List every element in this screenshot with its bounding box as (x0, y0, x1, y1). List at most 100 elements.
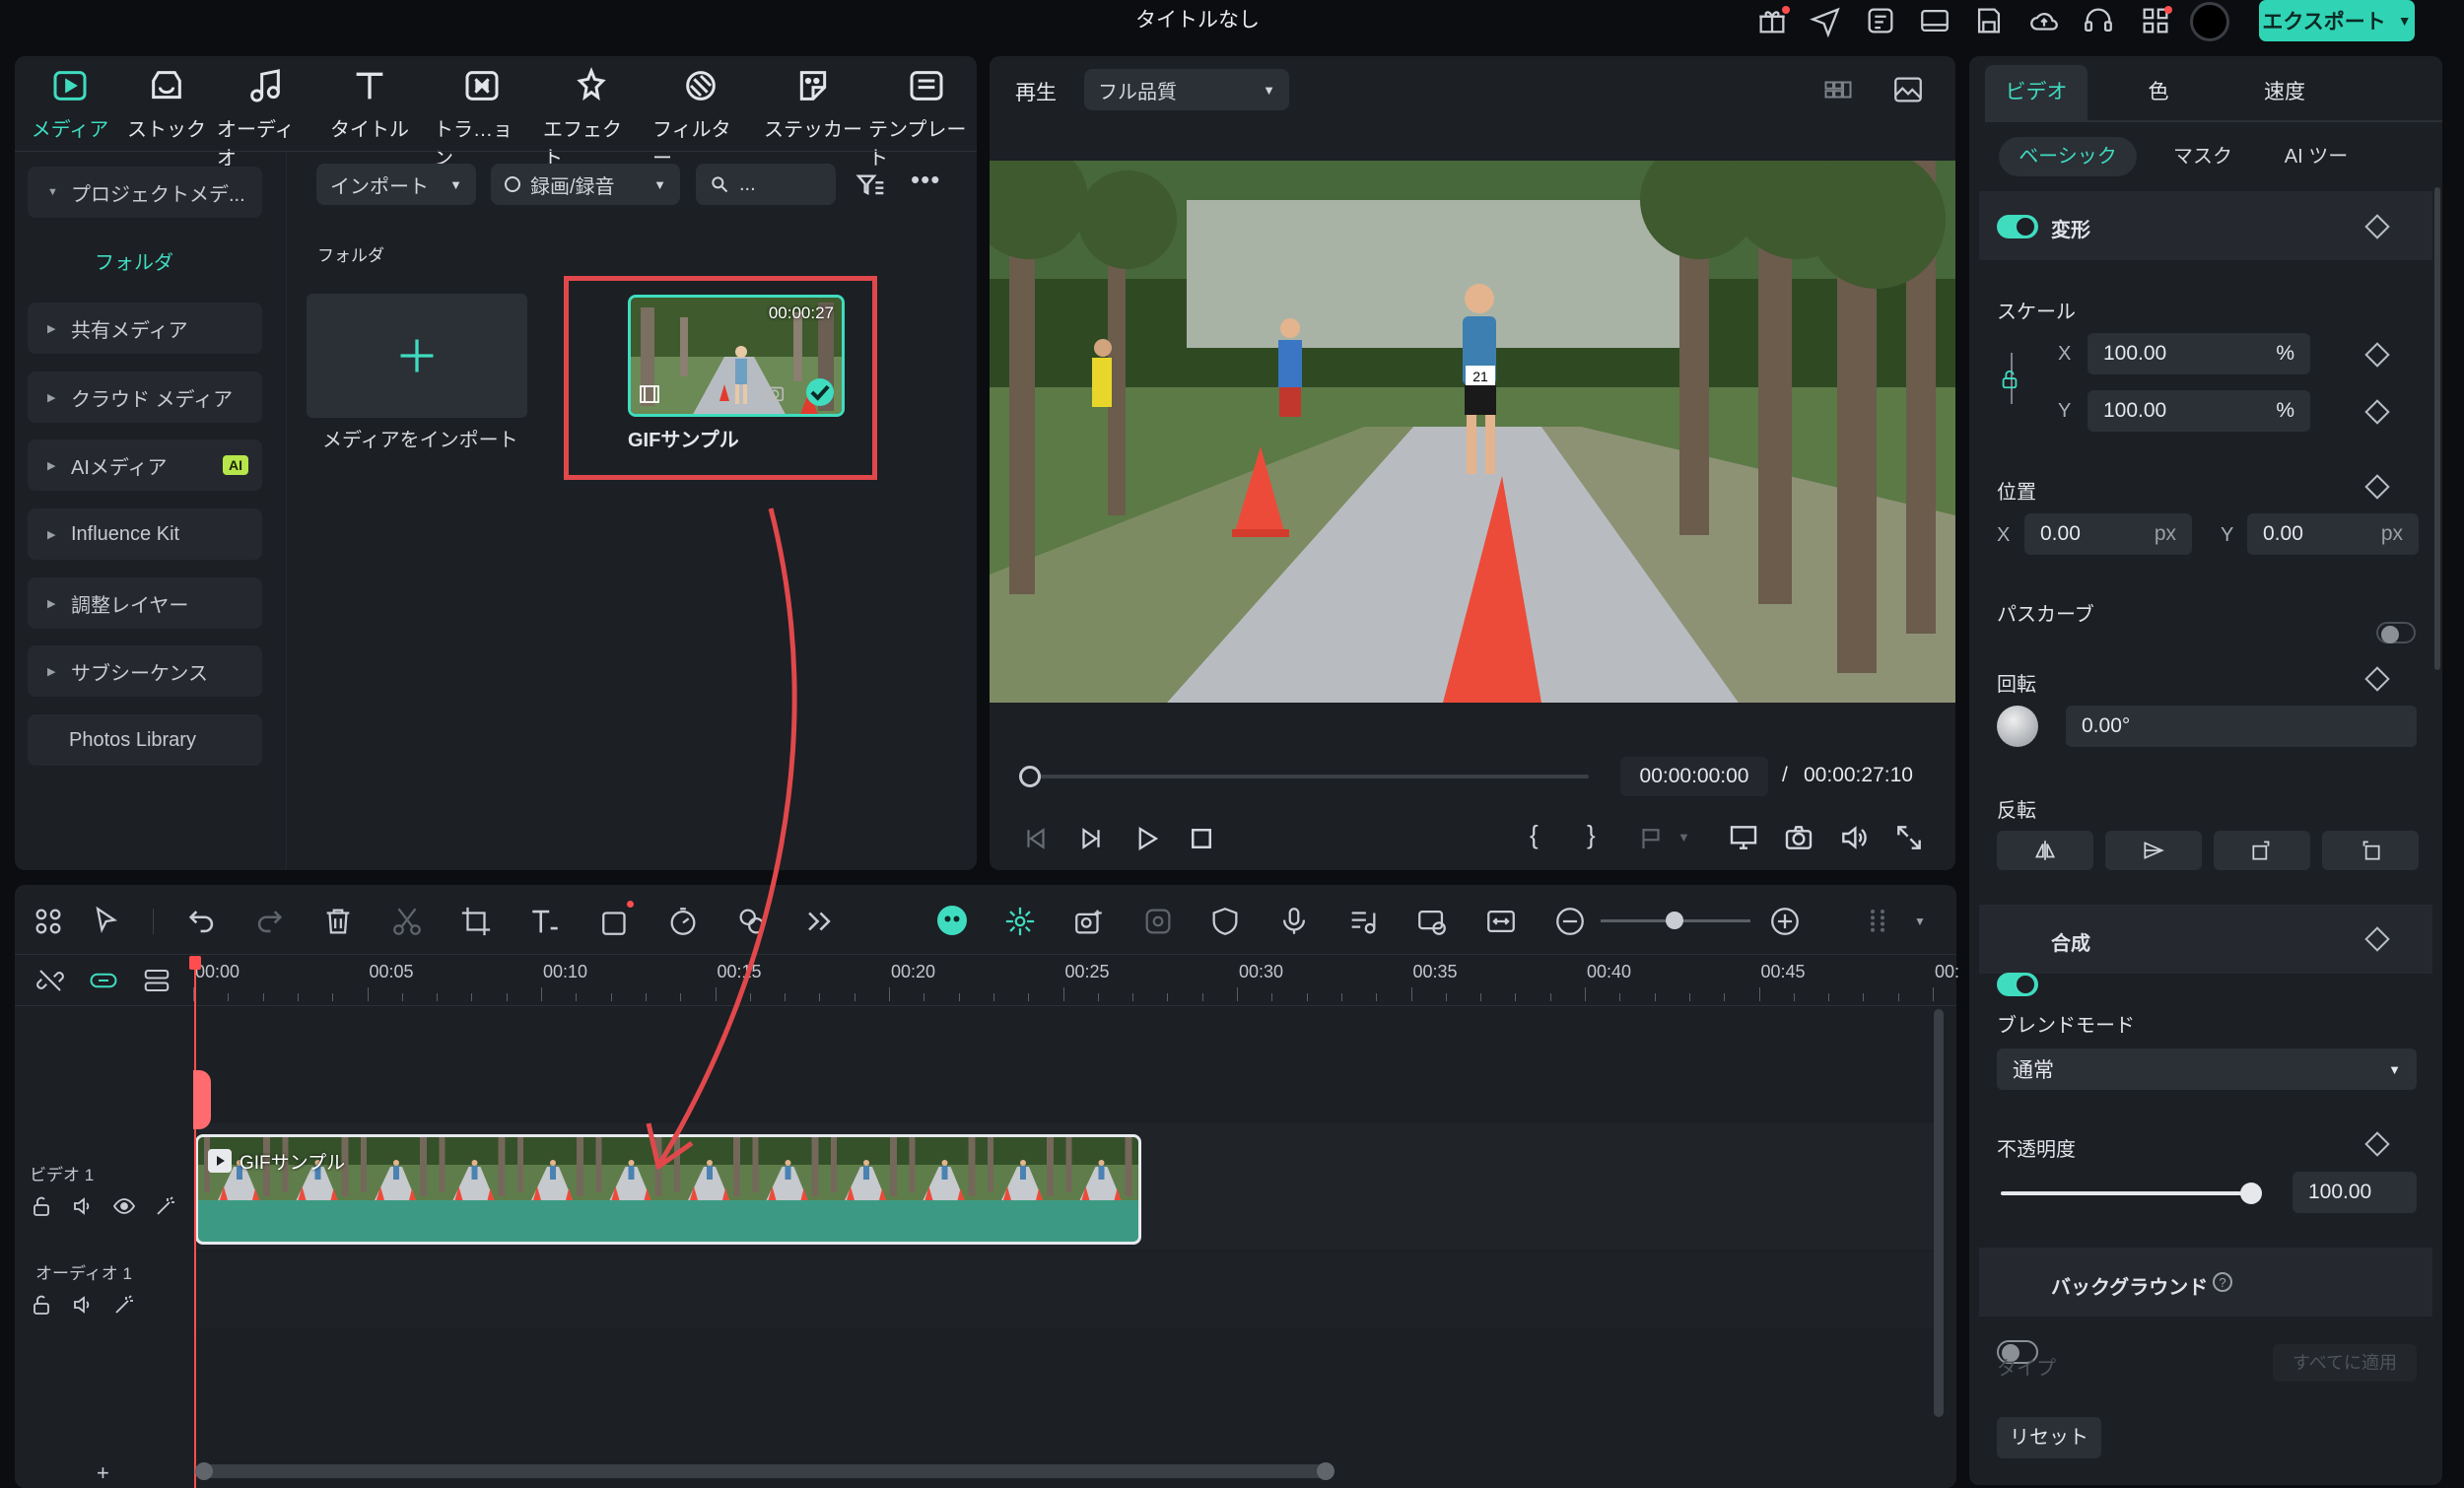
chevron-down-icon[interactable]: ▼ (1677, 830, 1690, 845)
timeline-vertical-scrollbar[interactable] (1934, 1009, 1944, 1417)
tab-audio[interactable]: オーディオ (217, 66, 313, 169)
crop-icon[interactable] (459, 905, 493, 938)
import-dropdown[interactable]: インポート ▼ (316, 164, 476, 205)
opacity-slider[interactable] (2001, 1191, 2251, 1195)
monitor-icon[interactable] (1727, 822, 1760, 853)
timeline-playhead[interactable] (194, 956, 196, 1488)
more-options-icon[interactable]: ••• (911, 167, 950, 199)
zoom-in-icon[interactable] (1768, 905, 1802, 938)
speaker-icon[interactable] (71, 1293, 95, 1317)
tab-video[interactable]: ビデオ (1985, 65, 2088, 120)
timeline-ruler[interactable]: 00:00 00:05 00:10 00:15 00:20 00:25 00:30 00:35… (193, 954, 1959, 1003)
save-icon[interactable] (1972, 4, 2006, 37)
headset-icon[interactable] (2082, 4, 2115, 37)
playhead-drag-tab[interactable] (193, 1070, 211, 1129)
grid-view-icon[interactable] (1819, 75, 1857, 104)
sidebar-folder[interactable]: フォルダ (95, 246, 173, 275)
tab-stock[interactable]: ストック (118, 66, 215, 151)
scissors-icon[interactable] (390, 905, 424, 938)
tab-media[interactable]: メディア (22, 66, 118, 151)
track-height-icon[interactable] (1863, 903, 1892, 940)
chevron-down-icon[interactable]: ▼ (1914, 914, 1926, 928)
audio-list-icon[interactable] (1346, 905, 1380, 938)
link-icon[interactable] (87, 966, 120, 995)
scrollbar-handle-right[interactable] (1317, 1462, 1335, 1480)
track-manager-icon[interactable] (142, 966, 171, 995)
cloud-upload-icon[interactable] (2027, 4, 2061, 37)
sidebar-item-photos-library[interactable]: Photos Library (28, 714, 262, 766)
import-media-tile[interactable] (307, 294, 527, 418)
microphone-icon[interactable] (1277, 905, 1311, 938)
snapshot-camera-icon[interactable] (1782, 822, 1815, 853)
magic-wand-icon[interactable] (112, 1293, 136, 1317)
reset-button[interactable]: リセット (1997, 1417, 2101, 1458)
volume-icon[interactable] (1837, 822, 1871, 853)
playback-scrubber[interactable] (1027, 775, 1589, 778)
opacity-field[interactable]: 100.00 (2293, 1172, 2417, 1213)
ai-camera-icon[interactable] (1072, 905, 1106, 938)
tab-sticker[interactable]: ステッカー (759, 66, 867, 151)
help-icon[interactable]: ? (2213, 1272, 2232, 1292)
fullscreen-icon[interactable] (1892, 822, 1926, 853)
layout-grid-icon[interactable] (32, 905, 65, 938)
tab-speed[interactable]: 速度 (2249, 65, 2320, 120)
position-y-field[interactable]: 0.00 px (2247, 513, 2419, 555)
image-icon[interactable] (1890, 73, 1926, 106)
mark-in-icon[interactable]: { (1530, 820, 1539, 850)
sidebar-item-cloud-media[interactable]: ▶ クラウド メディア (28, 372, 262, 423)
delete-icon[interactable] (321, 905, 355, 938)
rotation-field[interactable]: 0.00° (2066, 706, 2417, 747)
sidebar-item-adjustment-layer[interactable]: ▶ 調整レイヤー (28, 577, 262, 629)
path-curve-toggle[interactable] (2376, 622, 2416, 643)
unlock-icon[interactable] (30, 1194, 53, 1218)
position-x-field[interactable]: 0.00 px (2024, 513, 2192, 555)
playhead-top-handle[interactable] (189, 956, 201, 970)
shape-tool-icon[interactable] (599, 905, 633, 938)
news-icon[interactable] (1864, 4, 1897, 37)
subtab-ai-tools[interactable]: AI ツー (2267, 137, 2365, 176)
lock-icon[interactable] (1999, 369, 2020, 390)
scale-x-field[interactable]: 100.00% (2088, 333, 2310, 374)
next-frame-icon[interactable] (1076, 824, 1106, 853)
composite-toggle[interactable] (1997, 973, 2038, 996)
sidebar-item-shared-media[interactable]: ▶ 共有メディア (28, 303, 262, 354)
speaker-icon[interactable] (71, 1194, 95, 1218)
rotate-ccw-button[interactable] (2322, 831, 2419, 870)
ai-copilot-icon[interactable] (934, 903, 970, 938)
avatar[interactable] (2190, 2, 2229, 41)
play-icon[interactable] (1131, 824, 1161, 853)
current-time[interactable]: 00:00:00:00 (1620, 757, 1768, 796)
zoom-out-icon[interactable] (1553, 905, 1587, 938)
layout-icon[interactable] (1918, 4, 1951, 37)
rotate-cw-button[interactable] (2214, 831, 2310, 870)
video-preview[interactable]: 21 (990, 161, 1955, 703)
sidebar-item-ai-media[interactable]: ▶ AIメディア AI (28, 440, 262, 491)
search-input[interactable]: ... (696, 164, 836, 205)
scale-y-field[interactable]: 100.00% (2088, 390, 2310, 432)
unlink-icon[interactable] (35, 966, 65, 995)
send-icon[interactable] (1809, 4, 1842, 37)
mark-out-icon[interactable]: } (1587, 820, 1596, 850)
quality-dropdown[interactable]: フル品質 ▼ (1084, 69, 1289, 110)
prev-frame-icon[interactable] (1021, 824, 1051, 853)
blend-mode-select[interactable]: 通常 ▼ (1997, 1048, 2417, 1090)
zoom-slider-thumb[interactable] (1666, 912, 1683, 929)
opacity-slider-thumb[interactable] (2240, 1183, 2262, 1204)
playhead-handle[interactable] (1019, 766, 1041, 787)
undo-icon[interactable] (185, 905, 219, 938)
render-preview-icon[interactable] (1415, 905, 1449, 938)
flip-vertical-button[interactable] (2105, 831, 2202, 870)
scrollbar-handle-left[interactable] (195, 1462, 213, 1480)
eye-icon[interactable] (112, 1194, 136, 1218)
redo-icon[interactable] (252, 905, 286, 938)
apply-all-button[interactable]: すべてに適用 (2273, 1344, 2417, 1382)
flip-horizontal-button[interactable] (1997, 831, 2093, 870)
select-tool-icon[interactable] (91, 905, 124, 938)
sidebar-item-influence-kit[interactable]: ▶ Influence Kit (28, 508, 262, 560)
tab-filter[interactable]: フィルター (652, 66, 749, 169)
smart-cut-icon[interactable] (1003, 905, 1037, 938)
export-button[interactable]: エクスポート ▼ (2259, 0, 2415, 41)
tab-effects[interactable]: エフェクト (543, 66, 640, 169)
stop-icon[interactable] (1187, 824, 1216, 853)
rotation-dial[interactable] (1997, 706, 2038, 747)
